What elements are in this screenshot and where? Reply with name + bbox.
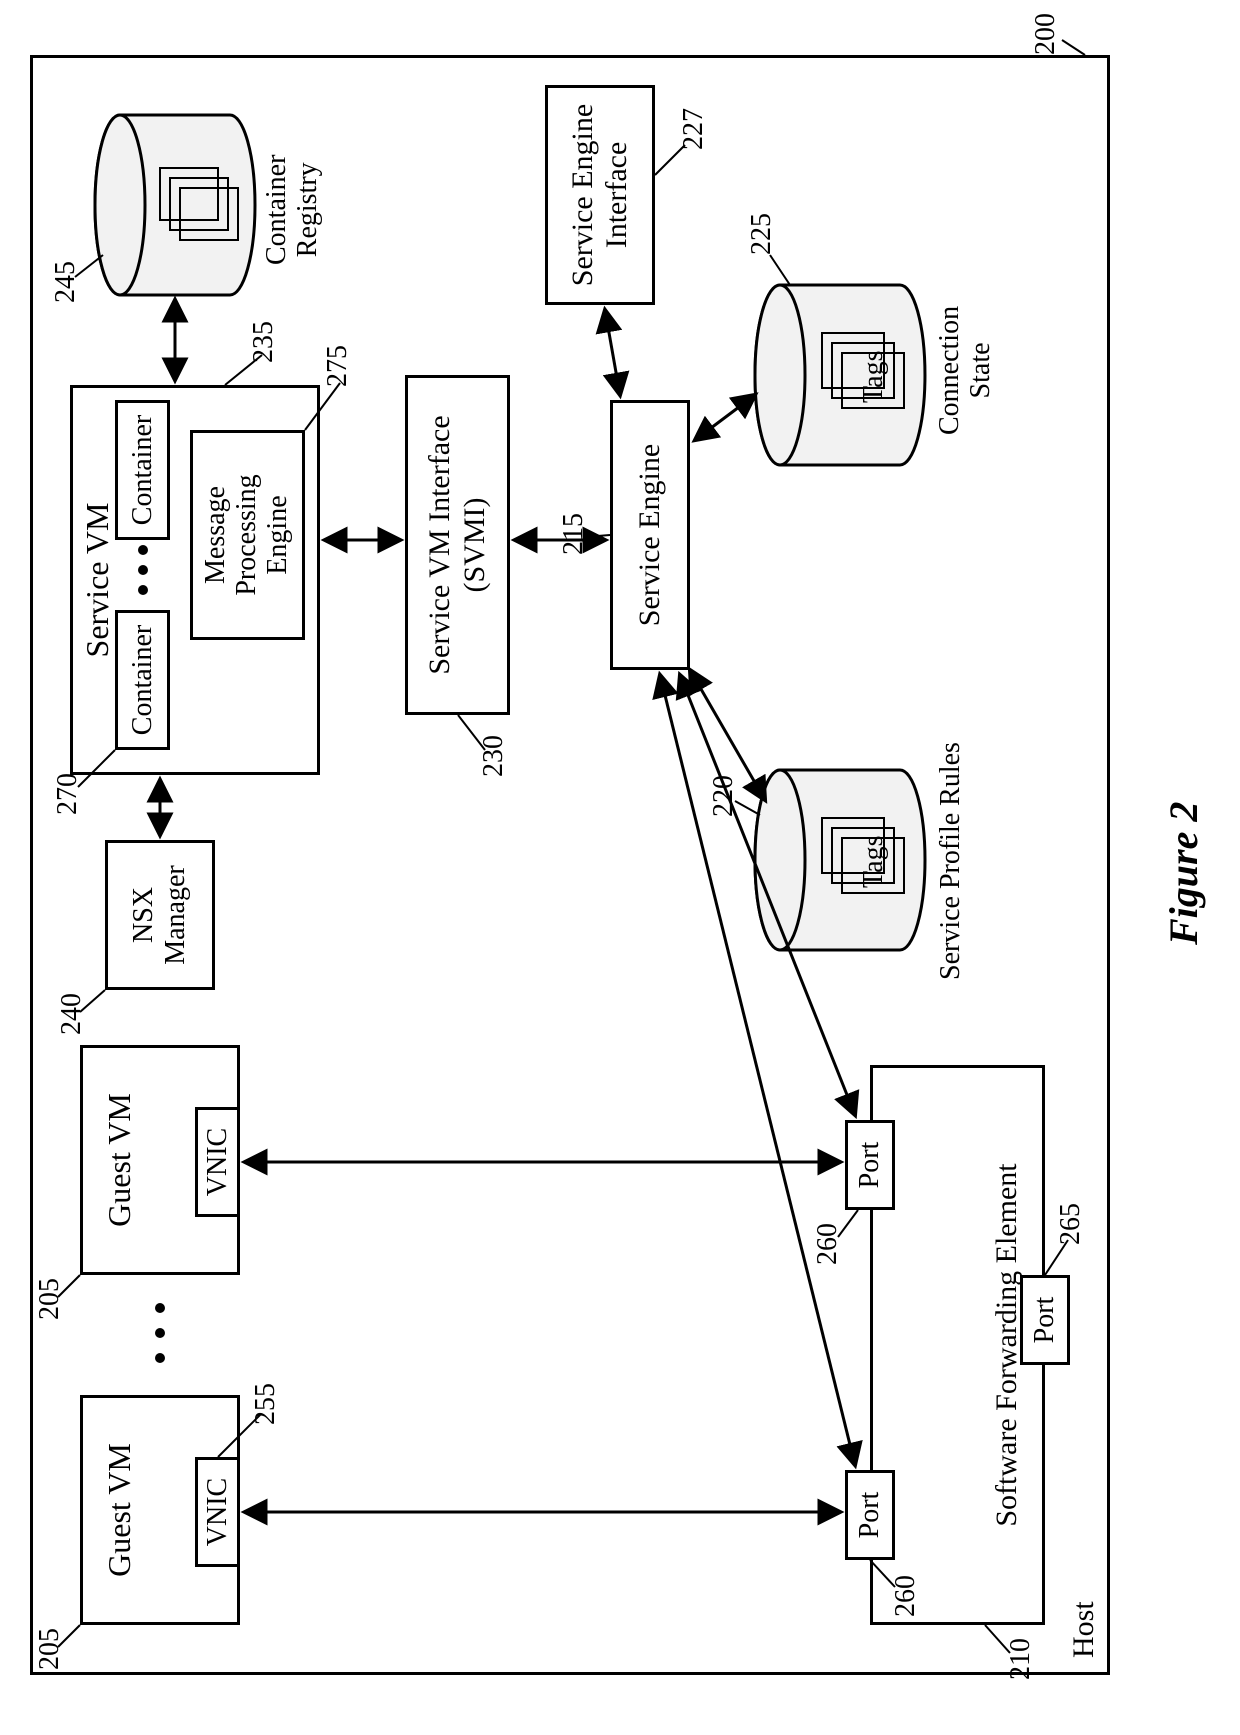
conn-tags-label: Tags: [858, 351, 890, 403]
ref-205-1: 205: [34, 1628, 66, 1670]
dots-icon: [138, 585, 148, 595]
ref-200: 200: [1030, 13, 1062, 55]
ref-220: 220: [708, 775, 740, 817]
guest-vm-2-vnic: VNIC: [195, 1107, 240, 1217]
port-2-box: Port: [845, 1120, 895, 1210]
port-3-box: Port: [1020, 1275, 1070, 1365]
sei-box: Service Engine Interface: [545, 85, 655, 305]
dots-icon: [138, 545, 148, 555]
sfe-box: Software Forwarding Element: [870, 1065, 1045, 1625]
ref-230: 230: [478, 735, 510, 777]
service-vm-container-2: Container: [115, 400, 170, 540]
ref-215: 215: [558, 513, 590, 555]
ref-265: 265: [1055, 1203, 1087, 1245]
ref-240: 240: [56, 993, 88, 1035]
service-engine-box: Service Engine: [610, 400, 690, 670]
dots-icon: [155, 1328, 165, 1338]
port-1-label: Port: [854, 1492, 886, 1539]
ref-275: 275: [322, 345, 354, 387]
message-processing-engine-box: Message Processing Engine: [190, 430, 305, 640]
ref-245: 245: [50, 261, 82, 303]
nsx-manager-box: NSX Manager: [105, 840, 215, 990]
service-vm-container-1: Container: [115, 610, 170, 750]
guest-vm-2-title: Guest VM: [101, 1093, 138, 1227]
sei-label: Service Engine Interface: [566, 104, 635, 286]
container-registry-label: Container Registry: [262, 155, 324, 265]
conn-state-label: Connection State: [935, 306, 997, 435]
container-1-label: Container: [127, 625, 159, 735]
ref-260-1: 260: [890, 1575, 922, 1617]
vnic-1-label: VNIC: [202, 1478, 234, 1546]
spr-label: Service Profile Rules: [935, 742, 967, 980]
mpe-label: Message Processing Engine: [201, 474, 293, 595]
ref-227: 227: [678, 108, 710, 150]
port-1-box: Port: [845, 1470, 895, 1560]
ref-205-2: 205: [34, 1278, 66, 1320]
vnic-2-label: VNIC: [202, 1128, 234, 1196]
sfe-label: Software Forwarding Element: [990, 1163, 1024, 1526]
nsx-manager-label: NSX Manager: [128, 865, 192, 965]
guest-vm-1-title: Guest VM: [101, 1443, 138, 1577]
svmi-label: Service VM Interface (SVMI): [423, 415, 492, 674]
ref-235: 235: [248, 321, 280, 363]
dots-icon: [155, 1303, 165, 1313]
host-label: Host: [1067, 1601, 1101, 1658]
container-2-label: Container: [127, 415, 159, 525]
ref-270: 270: [52, 773, 84, 815]
figure-caption: Figure 2: [1160, 802, 1207, 945]
spr-tags-label: Tags: [858, 836, 890, 888]
ref-225: 225: [746, 213, 778, 255]
service-engine-label: Service Engine: [633, 444, 667, 626]
svmi-box: Service VM Interface (SVMI): [405, 375, 510, 715]
ref-260-2: 260: [812, 1223, 844, 1265]
service-vm-title: Service VM: [79, 503, 116, 658]
guest-vm-1-vnic: VNIC: [195, 1457, 240, 1567]
ref-210: 210: [1005, 1638, 1037, 1680]
port-2-label: Port: [854, 1142, 886, 1189]
ref-255: 255: [250, 1383, 282, 1425]
port-3-label: Port: [1029, 1297, 1061, 1344]
dots-icon: [138, 565, 148, 575]
dots-icon: [155, 1353, 165, 1363]
